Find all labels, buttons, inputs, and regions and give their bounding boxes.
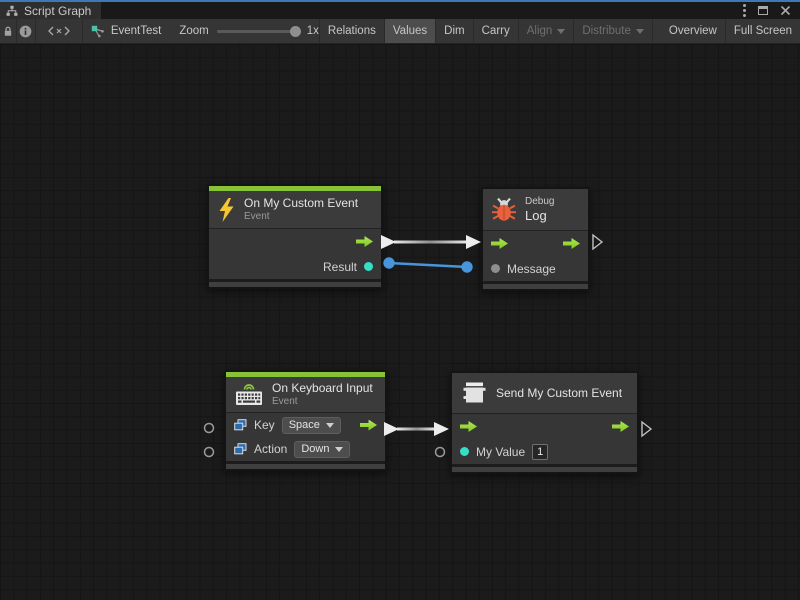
graph-name: EventTest xyxy=(111,25,162,37)
lock-button[interactable] xyxy=(0,19,17,43)
zoom-control: Zoom 1x xyxy=(179,19,319,43)
graph-toolbar: EventTest Zoom 1x Relations Values Dim C… xyxy=(0,19,800,44)
graph-canvas[interactable]: On My Custom Event Event Result xyxy=(0,44,800,600)
info-button[interactable] xyxy=(17,19,36,43)
info-icon xyxy=(19,25,32,38)
overview-button[interactable]: Overview xyxy=(661,19,726,43)
unconnected-output-marker[interactable] xyxy=(642,422,651,436)
full-screen-button[interactable]: Full Screen xyxy=(726,19,800,43)
control-wire-keyboard-to-send[interactable] xyxy=(384,422,449,436)
align-dropdown-button[interactable]: Align xyxy=(519,19,575,43)
window-menu-icon[interactable] xyxy=(743,4,746,17)
dim-button[interactable]: Dim xyxy=(436,19,473,43)
toolbar-gap xyxy=(653,19,661,43)
unconnected-port-marker[interactable] xyxy=(205,448,214,457)
graph-tree-icon xyxy=(6,5,18,17)
lock-icon xyxy=(2,25,14,37)
tab-bar-empty xyxy=(101,2,743,19)
zoom-slider-handle[interactable] xyxy=(290,26,301,37)
unconnected-port-marker[interactable] xyxy=(436,448,445,457)
unconnected-port-marker[interactable] xyxy=(205,424,214,433)
graph-breadcrumb[interactable]: EventTest xyxy=(83,19,170,43)
connection-layer xyxy=(0,44,800,600)
maximize-icon[interactable] xyxy=(758,6,768,15)
values-button[interactable]: Values xyxy=(385,19,436,43)
caret-down-icon xyxy=(636,29,644,34)
code-icon xyxy=(47,25,71,37)
code-preview-button[interactable] xyxy=(36,19,83,43)
caret-down-icon xyxy=(557,29,565,34)
value-wire-result-to-message[interactable] xyxy=(383,257,472,272)
graph-node-icon xyxy=(91,25,105,38)
control-wire-custom-event-to-log[interactable] xyxy=(381,235,481,249)
toolbar-toggles: Relations Values Dim Carry Align Distrib… xyxy=(319,19,800,43)
distribute-dropdown-button[interactable]: Distribute xyxy=(574,19,653,43)
tab-script-graph[interactable]: Script Graph xyxy=(0,2,101,19)
tab-title: Script Graph xyxy=(24,4,91,18)
zoom-value: 1x xyxy=(307,25,319,37)
unconnected-output-marker[interactable] xyxy=(593,235,602,249)
zoom-slider[interactable] xyxy=(217,30,299,33)
relations-button[interactable]: Relations xyxy=(320,19,385,43)
tab-bar: Script Graph xyxy=(0,2,800,19)
carry-button[interactable]: Carry xyxy=(474,19,519,43)
close-icon[interactable] xyxy=(780,5,791,16)
zoom-label: Zoom xyxy=(179,25,208,37)
